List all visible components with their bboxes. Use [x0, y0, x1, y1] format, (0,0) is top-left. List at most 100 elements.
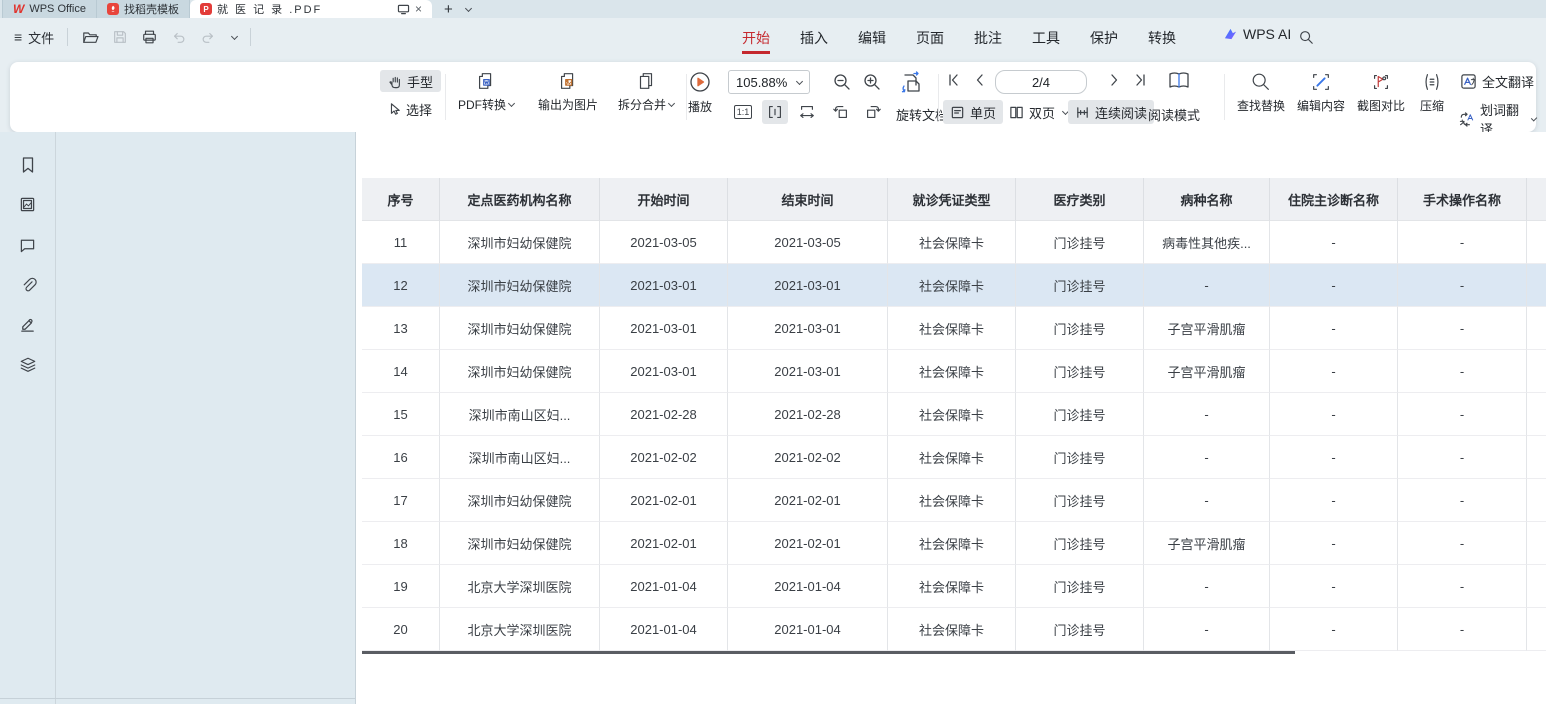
pdf-page[interactable]: 序号定点医药机构名称开始时间结束时间就诊凭证类型医疗类别病种名称住院主诊断名称手…	[357, 132, 1546, 704]
table-cell: 社会保障卡	[888, 608, 1016, 651]
save-icon[interactable]	[112, 29, 128, 45]
tab-pdf-document[interactable]: P 就 医 记 录 .PDF ×	[190, 0, 432, 18]
pdf-file-icon: P	[200, 3, 212, 15]
table-cell: 社会保障卡	[888, 479, 1016, 522]
zoom-in-icon[interactable]	[862, 72, 882, 92]
continuous-read-button[interactable]: 连续阅读	[1068, 100, 1154, 124]
find-replace-icon	[1250, 71, 1272, 93]
read-mode-label[interactable]: 阅读模式	[1148, 105, 1200, 124]
header-cell: 结束时间	[728, 178, 888, 221]
table-cell: 门诊挂号	[1016, 264, 1144, 307]
menu-item-6[interactable]: 保护	[1090, 20, 1118, 54]
table-cell: -	[1398, 522, 1527, 565]
attachment-icon[interactable]	[13, 274, 43, 295]
table-cell: -	[1398, 436, 1527, 479]
menu-item-5[interactable]: 工具	[1032, 20, 1060, 54]
page-indicator-box[interactable]: 2/4	[995, 70, 1087, 94]
menu-item-4[interactable]: 批注	[974, 20, 1002, 54]
export-image-label: 输出为图片	[538, 96, 598, 113]
table-cell: 2021-02-01	[728, 479, 888, 522]
table-cell: -	[1270, 264, 1398, 307]
rotate-left-button[interactable]	[828, 100, 854, 124]
double-page-button[interactable]: 双页	[1002, 100, 1075, 124]
tab-label: 找稻壳模板	[124, 1, 179, 17]
header-cell: 医疗类别	[1016, 178, 1144, 221]
rotate-right-button[interactable]	[860, 100, 886, 124]
fit-page-button[interactable]	[762, 100, 788, 124]
pdf-convert-button[interactable]: PDF转换	[450, 70, 522, 113]
next-page-icon[interactable]	[1106, 72, 1122, 88]
header-cell-stub	[1527, 178, 1546, 221]
double-page-label: 双页	[1029, 103, 1055, 122]
read-mode-book-icon[interactable]	[1166, 69, 1192, 93]
sign-icon[interactable]	[13, 314, 43, 335]
bookmark-icon[interactable]	[13, 154, 43, 175]
menu-item-1[interactable]: 插入	[800, 20, 828, 54]
divider	[67, 28, 68, 46]
table-cell: 2021-02-01	[600, 479, 728, 522]
menu-item-7[interactable]: 转换	[1148, 20, 1176, 54]
comment-icon[interactable]	[13, 234, 43, 255]
rotate-right-icon	[864, 103, 882, 121]
select-tool-button[interactable]: 选择	[380, 98, 440, 120]
last-page-icon[interactable]	[1132, 72, 1148, 88]
compress-button[interactable]: 压缩	[1410, 71, 1454, 114]
print-icon[interactable]	[141, 29, 158, 45]
menu-item-0[interactable]: 开始	[742, 20, 770, 54]
tab-wps-office[interactable]: W WPS Office	[2, 0, 97, 18]
one-to-one-button[interactable]: 1:1	[730, 100, 756, 124]
single-page-button[interactable]: 单页	[943, 100, 1003, 124]
undo-icon[interactable]	[171, 30, 187, 45]
play-button[interactable]: 播放	[675, 70, 725, 115]
hand-icon	[388, 74, 402, 89]
table-cell: 2021-03-01	[728, 264, 888, 307]
thumbnail-icon[interactable]	[13, 194, 43, 215]
table-cell: 2021-02-02	[728, 436, 888, 479]
hand-tool-button[interactable]: 手型	[380, 70, 441, 92]
open-file-icon[interactable]	[81, 29, 99, 45]
split-merge-button[interactable]: 拆分合并	[610, 70, 682, 113]
monitor-icon[interactable]	[397, 4, 410, 15]
ribbon-menu: 开始插入编辑页面批注工具保护转换	[742, 18, 1176, 56]
table-cell: 深圳市妇幼保健院	[440, 221, 600, 264]
edit-content-icon	[1310, 71, 1332, 93]
redo-icon[interactable]	[200, 30, 216, 45]
fit-width-icon	[798, 103, 816, 121]
rotate-doc-icon[interactable]	[898, 70, 924, 96]
first-page-icon[interactable]	[946, 72, 962, 88]
rotate-left-icon	[832, 103, 850, 121]
tab-bar-extras: +	[432, 0, 471, 18]
screenshot-compare-button[interactable]: 截图对比	[1352, 71, 1410, 114]
table-row: 14深圳市妇幼保健院2021-03-012021-03-01社会保障卡门诊挂号子…	[362, 350, 1546, 393]
table-row: 19北京大学深圳医院2021-01-042021-01-04社会保障卡门诊挂号-…	[362, 565, 1546, 608]
wps-ai-icon	[1223, 27, 1238, 41]
find-replace-button[interactable]: 查找替换	[1232, 71, 1290, 114]
file-menu[interactable]: ≡ 文件	[14, 28, 54, 47]
add-tab-icon[interactable]: +	[444, 2, 453, 17]
tab-list-chevron-icon[interactable]	[465, 4, 472, 11]
table-cell: 2021-02-01	[600, 522, 728, 565]
tab-docer-templates[interactable]: 找稻壳模板	[97, 0, 190, 18]
fit-width-button[interactable]	[794, 100, 820, 124]
wps-ai-button[interactable]: WPS AI	[1223, 26, 1291, 42]
menu-item-3[interactable]: 页面	[916, 20, 944, 54]
export-image-button[interactable]: 输出为图片	[528, 70, 608, 113]
search-icon[interactable]	[1298, 29, 1314, 45]
layers-icon[interactable]	[13, 354, 43, 375]
rotate-doc-label[interactable]: 旋转文档	[896, 105, 948, 124]
table-cell: -	[1270, 393, 1398, 436]
table-cell: 深圳市南山区妇...	[440, 436, 600, 479]
close-tab-icon[interactable]: ×	[415, 2, 422, 16]
table-cell: 11	[362, 221, 440, 264]
menu-item-2[interactable]: 编辑	[858, 20, 886, 54]
table-row: 15深圳市南山区妇...2021-02-282021-02-28社会保障卡门诊挂…	[362, 393, 1546, 436]
panel-icon-strip	[0, 132, 56, 704]
prev-page-icon[interactable]	[972, 72, 988, 88]
quick-tools-chevron-icon[interactable]	[231, 32, 238, 39]
table-body: 11深圳市妇幼保健院2021-03-052021-03-05社会保障卡门诊挂号病…	[362, 221, 1546, 651]
zoom-level-combobox[interactable]: 105.88%	[728, 70, 810, 94]
edit-content-button[interactable]: 编辑内容	[1292, 71, 1350, 114]
zoom-out-icon[interactable]	[832, 72, 852, 92]
divider	[445, 74, 446, 120]
full-translate-button[interactable]: 全文翻译	[1460, 72, 1534, 91]
